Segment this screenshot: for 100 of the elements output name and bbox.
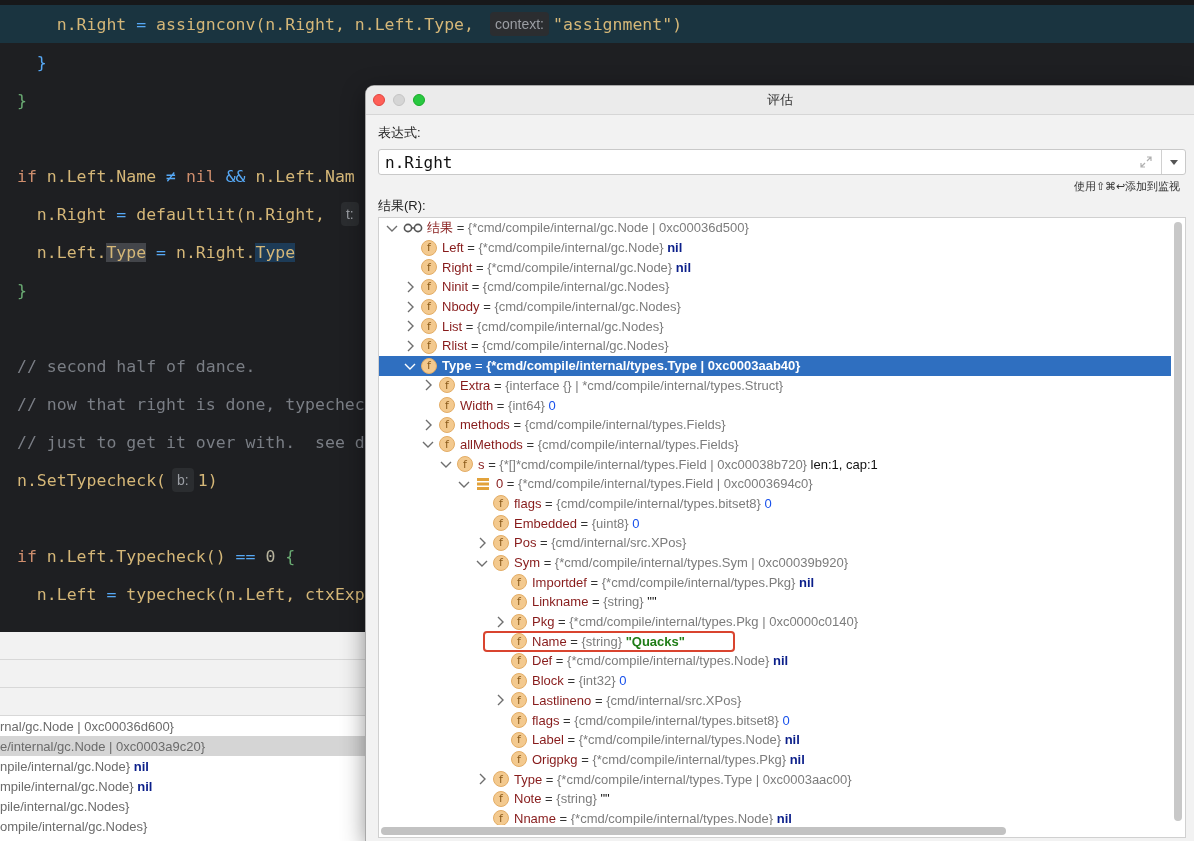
- glasses-icon: [403, 223, 423, 233]
- variable-label: Note = {string} "": [514, 791, 610, 807]
- expression-field[interactable]: n.Right: [379, 151, 1139, 173]
- variable-label: Embedded = {uint8} 0: [514, 515, 640, 531]
- variable-label: Rlist = {cmd/compile/internal/gc.Nodes}: [442, 338, 669, 354]
- tree-row[interactable]: f methods = {cmd/compile/internal/types.Fields}: [379, 414, 1171, 435]
- tree-row[interactable]: f Block = {int32} 0: [379, 670, 1171, 691]
- tree-row[interactable]: f Ninit = {cmd/compile/internal/gc.Nodes}: [379, 277, 1171, 297]
- tree-row[interactable]: f allMethods = {cmd/compile/internal/types.Fields}: [379, 434, 1171, 455]
- variable-row[interactable]: rnal/gc.Node | 0xc00036d600}: [0, 716, 366, 736]
- code-line: n.Right = assignconv(n.Right, n.Left.Type,: [55, 14, 475, 34]
- field-icon: f: [511, 731, 527, 748]
- variable-row[interactable]: mpile/internal/gc.Node} nil: [0, 776, 366, 796]
- variable-label: Pos = {cmd/internal/src.XPos}: [514, 535, 687, 551]
- variable-label: Def = {*cmd/compile/internal/types.Node} nil: [532, 653, 789, 669]
- tree-row[interactable]: f Label = {*cmd/compile/internal/types.Node} nil: [379, 729, 1171, 750]
- tree-row[interactable]: f Rlist = {cmd/compile/internal/gc.Nodes}: [379, 336, 1171, 356]
- variable-label: Lastlineno = {cmd/internal/src.XPos}: [532, 692, 742, 708]
- field-icon: f: [493, 495, 509, 512]
- tree-row[interactable]: f flags = {cmd/compile/internal/types.bitset8} 0: [379, 493, 1171, 514]
- tree-row[interactable]: f Note = {string} "": [379, 788, 1171, 809]
- field-icon: f: [511, 613, 527, 630]
- tree-row[interactable]: f Pos = {cmd/internal/src.XPos}: [379, 533, 1171, 553]
- field-icon: f: [439, 377, 455, 394]
- tree-row[interactable]: f List = {cmd/compile/internal/gc.Nodes}: [379, 316, 1171, 337]
- field-icon: f: [421, 259, 437, 276]
- field-icon: f: [511, 652, 527, 669]
- field-icon: f: [511, 751, 527, 768]
- tree-row[interactable]: f Type = {*cmd/compile/internal/types.Type | 0xc0003aab40}: [379, 355, 1171, 376]
- variable-label: Ninit = {cmd/compile/internal/gc.Nodes}: [442, 279, 670, 295]
- code-line: // second half of dance.: [17, 356, 256, 376]
- field-icon: f: [421, 298, 437, 315]
- variable-label: 0 = {*cmd/compile/internal/types.Field | 0xc0003694c0}: [496, 476, 813, 492]
- field-icon: f: [511, 712, 527, 729]
- window-title: 评估: [767, 92, 793, 107]
- code-line: // now that right is done, typechec: [17, 394, 365, 414]
- variable-row[interactable]: e/internal/gc.Node | 0xc0003a9c20}: [0, 736, 366, 756]
- field-icon: f: [511, 574, 527, 591]
- horizontal-scrollbar[interactable]: [381, 827, 1006, 835]
- variable-label: allMethods = {cmd/compile/internal/types.Fields}: [460, 436, 739, 452]
- field-icon: f: [439, 436, 455, 453]
- vertical-scrollbar[interactable]: [1174, 222, 1182, 821]
- code-line: 1): [197, 470, 218, 490]
- code-line: if n.Left.Typecheck() == 0 {: [17, 546, 296, 566]
- variable-label: s = {*[]*cmd/compile/internal/types.Field | 0xc00038b720} len:1, cap:1: [478, 456, 878, 472]
- tree-row[interactable]: 0 = {*cmd/compile/internal/types.Field | 0xc0003694c0}: [379, 473, 1171, 494]
- tree-row[interactable]: f Width = {int64} 0: [379, 395, 1171, 415]
- field-icon: f: [421, 318, 437, 335]
- field-icon: f: [511, 593, 527, 610]
- tree-row[interactable]: f Extra = {interface {} | *cmd/compile/internal/types.Struct}: [379, 375, 1171, 396]
- field-icon: f: [439, 397, 455, 414]
- variable-label: Width = {int64} 0: [460, 397, 556, 413]
- field-icon: f: [439, 416, 455, 433]
- variable-label: flags = {cmd/compile/internal/types.bitset8} 0: [514, 495, 772, 511]
- tree-row[interactable]: f s = {*[]*cmd/compile/internal/types.Field | 0xc00038b720} len:1, cap:1: [379, 454, 1171, 474]
- field-icon: f: [493, 771, 509, 788]
- field-icon: f: [457, 456, 473, 473]
- tree-row[interactable]: f Linkname = {string} "": [379, 592, 1171, 612]
- parameter-hint: b:: [172, 468, 194, 492]
- variable-row[interactable]: npile/internal/gc.Node} nil: [0, 756, 366, 776]
- tree-row[interactable]: f Nbody = {cmd/compile/internal/gc.Nodes}: [379, 296, 1171, 317]
- tree-row[interactable]: f Nname = {*cmd/compile/internal/types.Node} nil: [379, 808, 1171, 825]
- variable-label: Type = {*cmd/compile/internal/types.Type | 0xc0003aab40}: [442, 358, 801, 374]
- expression-combo-box[interactable]: n.Right: [378, 149, 1186, 175]
- variable-label: 结果 = {*cmd/compile/internal/gc.Node | 0xc00036d500}: [427, 218, 749, 237]
- variable-label: Right = {*cmd/compile/internal/gc.Node} nil: [442, 259, 691, 275]
- variable-label: Nbody = {cmd/compile/internal/gc.Nodes}: [442, 299, 681, 315]
- tree-row[interactable]: f Type = {*cmd/compile/internal/types.Type | 0xc0003aac00}: [379, 769, 1171, 789]
- tree-row[interactable]: 结果 = {*cmd/compile/internal/gc.Node | 0xc00036d500}: [379, 218, 1171, 238]
- field-icon: f: [493, 790, 509, 807]
- field-icon: f: [511, 672, 527, 689]
- tree-row[interactable]: f Right = {*cmd/compile/internal/gc.Node} nil: [379, 257, 1171, 278]
- code-line: }: [17, 280, 27, 300]
- variable-label: Linkname = {string} "": [532, 594, 657, 610]
- variable-row[interactable]: pile/internal/gc.Nodes}: [0, 796, 366, 816]
- code-line: }: [35, 52, 47, 72]
- shortcut-hint: 使用⇧⌘↩添加到监视: [1074, 179, 1180, 194]
- variable-label: Label = {*cmd/compile/internal/types.Node} nil: [532, 732, 800, 748]
- close-window-button[interactable]: [373, 94, 385, 106]
- field-icon: f: [421, 337, 437, 354]
- field-icon: f: [421, 357, 437, 374]
- tree-row[interactable]: f Sym = {*cmd/compile/internal/types.Sym | 0xc00039b920}: [379, 552, 1171, 573]
- tree-row[interactable]: f Origpkg = {*cmd/compile/internal/types.Pkg} nil: [379, 749, 1171, 770]
- tree-row[interactable]: f Left = {*cmd/compile/internal/gc.Node} nil: [379, 237, 1171, 258]
- variable-label: Origpkg = {*cmd/compile/internal/types.Pkg} nil: [532, 751, 805, 767]
- tree-row[interactable]: f flags = {cmd/compile/internal/types.bitset8} 0: [379, 710, 1171, 730]
- tree-row[interactable]: f Pkg = {*cmd/compile/internal/types.Pkg | 0xc0000c0140}: [379, 611, 1171, 632]
- field-icon: f: [511, 633, 527, 650]
- variable-label: Left = {*cmd/compile/internal/gc.Node} nil: [442, 240, 683, 256]
- tree-row[interactable]: f Importdef = {*cmd/compile/internal/types.Pkg} nil: [379, 572, 1171, 593]
- parameter-hint: context:: [489, 12, 549, 36]
- tree-row[interactable]: f Name = {string} "Quacks": [379, 631, 1171, 652]
- tree-row[interactable]: f Lastlineno = {cmd/internal/src.XPos}: [379, 690, 1171, 711]
- variable-row[interactable]: ompile/internal/gc.Nodes}: [0, 816, 366, 836]
- parameter-hint: t:: [340, 202, 359, 226]
- field-icon: f: [493, 810, 509, 825]
- tree-row[interactable]: f Embedded = {uint8} 0: [379, 513, 1171, 533]
- variable-label: Block = {int32} 0: [532, 673, 627, 689]
- variable-label: Extra = {interface {} | *cmd/compile/internal/types.Struct}: [460, 377, 784, 393]
- tree-row[interactable]: f Def = {*cmd/compile/internal/types.Node} nil: [379, 651, 1171, 671]
